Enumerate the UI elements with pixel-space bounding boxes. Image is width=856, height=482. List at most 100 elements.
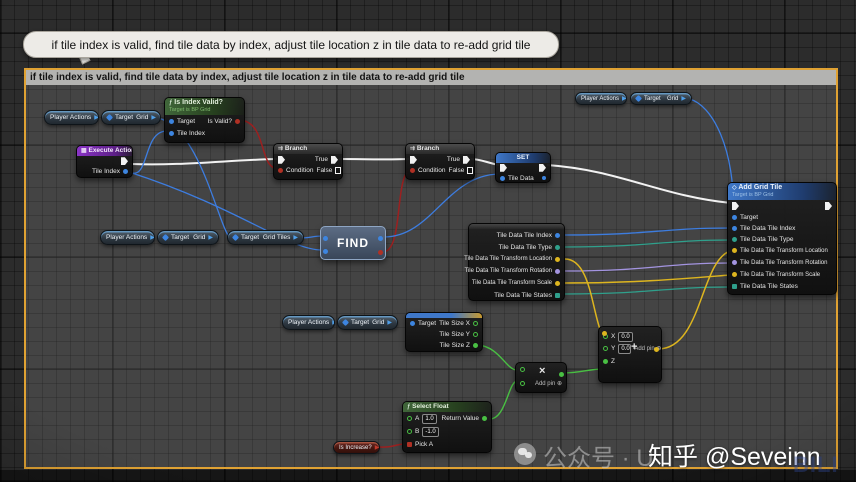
tile-type-out-pin[interactable] [555,244,560,250]
node-add-vector[interactable]: + X 0.0 Y 0.0 Add pin ⊕ Z [598,326,662,383]
float-wire[interactable] [488,380,518,420]
target-pin[interactable] [169,118,174,124]
node-is-index-valid[interactable]: ƒ Is Index Valid? Target is BP Grid Targ… [164,97,245,143]
node-branch-2[interactable]: ⇉ Branch True Condition False [405,143,475,180]
node-set-tile-data[interactable]: SET Tile Data [495,152,551,183]
output-pin-icon[interactable]: ▶ [375,445,379,451]
output-pin-icon[interactable]: ▶ [332,320,334,326]
x-value-input[interactable]: 0.0 [618,331,633,342]
pill-target-grid-tiles[interactable]: Target Grid Tiles ▶ [227,230,304,245]
exec-in-pin[interactable] [500,163,507,172]
true-pin[interactable] [463,155,470,164]
pick-a-pin[interactable] [407,441,412,447]
output-pin-icon[interactable]: ▶ [293,235,298,241]
exec-out-pin[interactable] [121,157,128,166]
target-pin-icon[interactable] [105,113,114,122]
tile-data-in-pin[interactable] [500,175,505,181]
tile-index-pin[interactable] [732,225,737,231]
b-pin[interactable] [407,429,412,435]
a-pin[interactable] [407,416,412,422]
tile-size-y-pin[interactable] [473,332,478,337]
transform-location-out-pin[interactable] [555,256,560,262]
result-pin[interactable] [559,372,564,377]
condition-pin[interactable] [278,168,283,174]
pill-target-grid[interactable]: Target Grid ▶ [337,315,398,330]
node-find[interactable]: FIND [320,226,386,260]
pill-is-increase[interactable]: Is Increase? ▶ [333,441,380,454]
tile-size-z-pin[interactable] [473,343,478,348]
data-wire[interactable] [564,262,731,272]
tile-index-out-pin[interactable] [555,232,560,238]
pill-target-grid[interactable]: Target Grid ▶ [157,230,219,245]
data-wire[interactable] [564,227,731,236]
false-pin[interactable] [335,167,342,175]
vector-out-pin[interactable] [654,347,659,352]
node-execute-action[interactable]: ▦ Execute Action Tile Index [76,145,133,178]
transform-rotation-out-pin[interactable] [555,268,560,274]
tile-states-pin[interactable] [732,283,737,289]
node-add-grid-tile[interactable]: ◇ Add Grid Tile Target is BP Grid Target… [727,182,837,295]
found-out-pin[interactable] [378,250,383,255]
condition-pin[interactable] [410,168,415,174]
exec-out-pin[interactable] [825,201,832,210]
exec-in-pin[interactable] [278,155,285,164]
output-pin-icon[interactable]: ▶ [622,96,626,102]
target-pin-icon[interactable] [341,318,350,327]
pill-player-actions[interactable]: Player Actions ▶ [100,230,155,245]
output-pin-icon[interactable]: ▶ [94,115,98,121]
exec-wire[interactable] [130,158,278,166]
data-wire[interactable] [128,130,168,174]
return-value-pin[interactable] [482,416,487,422]
b-value-input[interactable]: -1.0 [422,426,439,437]
data-wire[interactable] [564,239,731,248]
tile-index-out-pin[interactable] [123,168,128,174]
index-out-pin[interactable] [378,236,383,241]
y-pin[interactable] [603,346,608,351]
bool-wire[interactable] [383,168,412,253]
tile-states-out-pin[interactable] [555,292,560,298]
node-select-float[interactable]: ƒ Select Float A 1.0 Return Value B -1.0… [402,401,492,453]
add-pin-button[interactable]: Add pin ⊕ [535,380,562,387]
transform-scale-pin[interactable] [732,272,737,278]
false-pin[interactable] [467,167,474,175]
pill-target-grid[interactable]: Target Grid ▶ [630,92,692,105]
tile-type-pin[interactable] [732,236,737,242]
input-a-pin[interactable] [520,367,525,372]
pill-player-actions[interactable]: Player Actions ▶ [282,315,335,330]
transform-rotation-pin[interactable] [732,260,737,266]
true-pin[interactable] [331,155,338,164]
vector-in-pin[interactable] [602,331,607,336]
target-pin[interactable] [410,321,415,326]
pill-player-actions[interactable]: Player Actions ▶ [44,110,99,125]
target-pin-icon[interactable] [161,233,170,242]
a-value-input[interactable]: 1.0 [422,413,437,424]
output-pin-icon[interactable]: ▶ [150,235,154,241]
tile-data-out-pin[interactable] [542,176,546,181]
node-branch-1[interactable]: ⇉ Branch True Condition False [273,143,343,180]
node-tile-size[interactable]: Target Tile Size X Tile Size Y Tile Size… [405,312,483,352]
target-pin[interactable] [732,214,737,220]
float-wire[interactable] [562,368,603,374]
exec-out-pin[interactable] [539,163,546,172]
y-value-input[interactable]: 0.0 [618,343,632,354]
vector-wire[interactable] [564,274,731,284]
pill-target-grid[interactable]: Target Grid ▶ [101,110,161,125]
exec-wire[interactable] [546,164,732,204]
float-wire[interactable] [477,344,518,371]
target-pin-icon[interactable] [634,94,643,103]
exec-in-pin[interactable] [410,155,417,164]
node-break-tile-data[interactable]: Tile Data Tile Index Tile Data Tile Type… [464,223,565,301]
transform-scale-out-pin[interactable] [555,280,560,286]
is-valid-pin[interactable] [235,118,240,124]
item-pin[interactable] [323,249,328,254]
output-pin-icon[interactable]: ▶ [151,115,156,121]
tile-size-x-pin[interactable] [473,321,478,326]
blueprint-canvas[interactable]: if tile index is valid, find tile data b… [0,0,856,482]
exec-in-pin[interactable] [732,201,739,210]
tile-index-pin[interactable] [169,131,174,137]
output-pin-icon[interactable]: ▶ [387,320,392,326]
pill-player-actions[interactable]: Player Actions ▶ [575,92,627,105]
output-pin-icon[interactable]: ▶ [208,235,213,241]
target-pin-icon[interactable] [231,233,240,242]
output-pin-icon[interactable]: ▶ [681,96,686,102]
